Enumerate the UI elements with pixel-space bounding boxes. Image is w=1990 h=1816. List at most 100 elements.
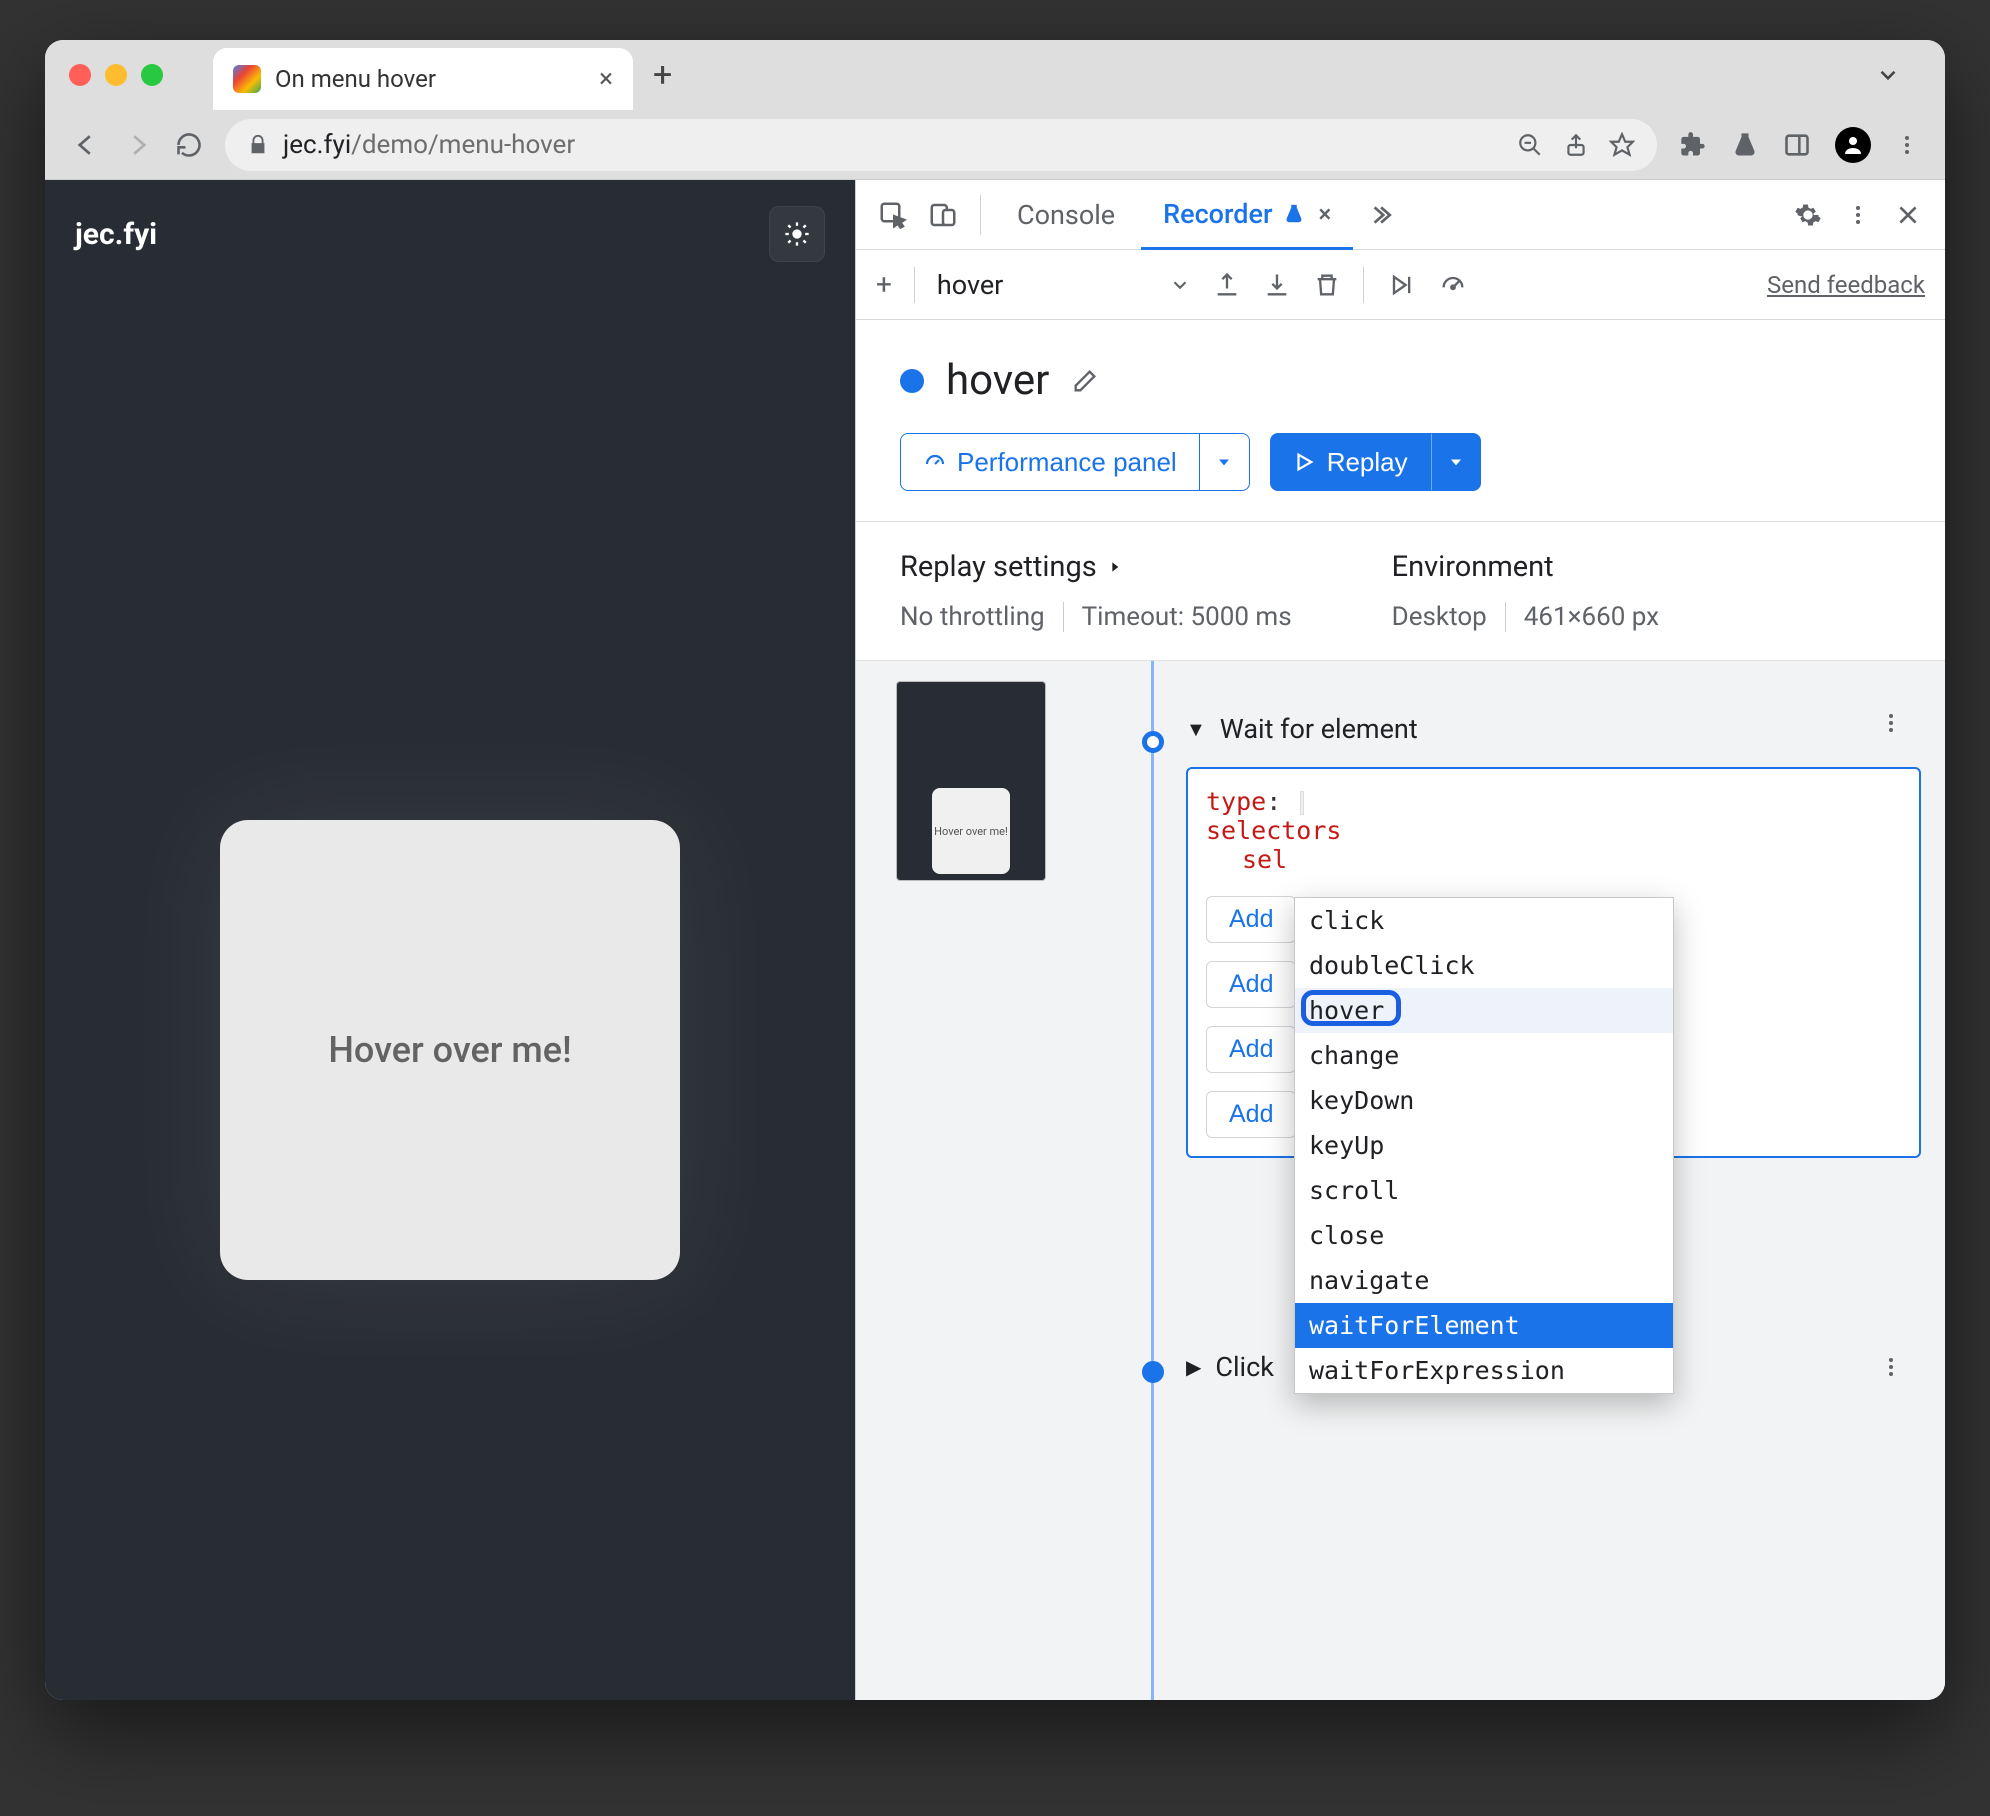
step-click-title: Click <box>1215 1351 1274 1383</box>
add-button[interactable]: Add <box>1206 1091 1296 1138</box>
replay-button-label: Replay <box>1327 447 1408 478</box>
import-icon[interactable] <box>1263 271 1291 299</box>
reload-button[interactable] <box>175 131 203 159</box>
disclosure-triangle-icon[interactable]: ▶ <box>1186 1355 1201 1379</box>
zoom-window[interactable] <box>141 64 163 86</box>
hover-card[interactable]: Hover over me! <box>220 820 680 1280</box>
type-autocomplete: click doubleClick hover change keyDown k… <box>1294 897 1674 1394</box>
close-panel-icon[interactable]: × <box>1319 200 1332 228</box>
web-page: jec.fyi Hover over me! <box>45 180 855 1700</box>
step-node[interactable] <box>1142 731 1164 753</box>
edit-title-icon[interactable] <box>1071 367 1099 395</box>
timeline: Hover over me! ▼ Wait for element t <box>856 661 1945 1700</box>
minimize-window[interactable] <box>105 64 127 86</box>
send-feedback-link[interactable]: Send feedback <box>1767 271 1925 299</box>
thumb-text: Hover over me! <box>934 825 1008 838</box>
performance-panel-dropdown[interactable] <box>1200 433 1250 491</box>
step-editor[interactable]: type: selectors sel Add Add Add Add clic… <box>1186 767 1921 1158</box>
recording-select-label: hover <box>937 269 1156 301</box>
step-menu-icon[interactable] <box>1861 711 1921 735</box>
bookmark-star-icon[interactable] <box>1609 132 1635 158</box>
tab-console-label: Console <box>1017 199 1115 231</box>
inspect-icon[interactable] <box>870 192 916 238</box>
recording-header: hover Performance panel <box>856 320 1945 522</box>
disclosure-triangle-icon[interactable]: ▼ <box>1186 717 1206 742</box>
delete-icon[interactable] <box>1313 271 1341 299</box>
url-text: jec.fyi/demo/menu-hover <box>283 130 575 160</box>
add-button[interactable]: Add <box>1206 961 1296 1008</box>
ac-option-waitforexpression[interactable]: waitForExpression <box>1295 1348 1673 1393</box>
close-tab-icon[interactable]: × <box>599 64 613 94</box>
forward-button[interactable] <box>123 130 153 160</box>
highlight-ring <box>1301 990 1401 1026</box>
environment-heading: Environment <box>1392 550 1659 584</box>
performance-panel-button[interactable]: Performance panel <box>900 433 1200 491</box>
add-button[interactable]: Add <box>1206 896 1296 943</box>
throttling-value: No throttling <box>900 602 1064 632</box>
settings-gear-icon[interactable] <box>1785 192 1831 238</box>
replay-settings-heading[interactable]: Replay settings <box>900 550 1292 584</box>
lock-icon <box>247 134 269 156</box>
flask-icon <box>1283 203 1305 225</box>
chevron-down-icon <box>1169 274 1191 296</box>
performance-panel-label: Performance panel <box>957 447 1177 478</box>
ac-option-doubleclick[interactable]: doubleClick <box>1295 943 1673 988</box>
add-button[interactable]: Add <box>1206 1026 1296 1073</box>
timeline-track <box>1151 661 1154 1700</box>
menu-kebab-icon[interactable] <box>1895 133 1919 157</box>
side-panel-icon[interactable] <box>1783 131 1811 159</box>
zoom-out-icon[interactable] <box>1517 132 1543 158</box>
ac-option-keyup[interactable]: keyUp <box>1295 1123 1673 1168</box>
step-node[interactable] <box>1142 1361 1164 1383</box>
new-recording-button[interactable]: + <box>876 268 892 301</box>
share-icon[interactable] <box>1563 132 1589 158</box>
replay-dropdown[interactable] <box>1431 433 1481 491</box>
tab-recorder[interactable]: Recorder × <box>1141 181 1353 250</box>
step-title-text: Wait for element <box>1220 713 1418 745</box>
tab-console[interactable]: Console <box>995 180 1137 249</box>
replay-button[interactable]: Replay <box>1270 433 1431 491</box>
devtools-menu-icon[interactable] <box>1835 192 1881 238</box>
slow-replay-icon[interactable] <box>1438 271 1468 299</box>
browser-tab[interactable]: On menu hover × <box>213 48 633 110</box>
step-title-row[interactable]: ▼ Wait for element <box>1186 701 1921 757</box>
device-mode-icon[interactable] <box>920 192 966 238</box>
ac-option-close[interactable]: close <box>1295 1213 1673 1258</box>
tab-overflow-icon[interactable] <box>1875 62 1901 88</box>
ac-option-waitforelement[interactable]: waitForElement <box>1295 1303 1673 1348</box>
extensions-icon[interactable] <box>1679 131 1707 159</box>
back-button[interactable] <box>71 130 101 160</box>
close-window[interactable] <box>69 64 91 86</box>
window-controls <box>69 64 163 86</box>
content-area: jec.fyi Hover over me! Con <box>45 180 1945 1700</box>
devtools-close-icon[interactable] <box>1885 192 1931 238</box>
labs-flask-icon[interactable] <box>1731 131 1759 159</box>
devtools-panel: Console Recorder × <box>855 180 1945 1700</box>
browser-window: On menu hover × + jec.fyi/demo/menu-hove… <box>45 40 1945 1700</box>
new-tab-button[interactable]: + <box>653 55 672 95</box>
profile-avatar[interactable] <box>1835 127 1871 163</box>
ac-option-scroll[interactable]: scroll <box>1295 1168 1673 1213</box>
ac-option-hover[interactable]: hover <box>1295 988 1673 1033</box>
step-wait-for-element: ▼ Wait for element type: selectors sel A… <box>1186 701 1921 1158</box>
address-bar[interactable]: jec.fyi/demo/menu-hover <box>225 119 1657 171</box>
env-viewport: 461×660 px <box>1524 602 1659 632</box>
url-path: /demo/menu-hover <box>351 130 575 160</box>
more-tabs-icon[interactable] <box>1357 192 1403 238</box>
export-icon[interactable] <box>1213 271 1241 299</box>
ac-option-click[interactable]: click <box>1295 898 1673 943</box>
tab-recorder-label: Recorder <box>1163 198 1272 230</box>
recording-select[interactable]: hover <box>937 269 1192 301</box>
ac-option-navigate[interactable]: navigate <box>1295 1258 1673 1303</box>
step-thumbnail[interactable]: Hover over me! <box>896 681 1046 881</box>
theme-toggle-button[interactable] <box>769 206 825 262</box>
recording-title: hover <box>946 356 1049 405</box>
ac-option-keydown[interactable]: keyDown <box>1295 1078 1673 1123</box>
timeout-value: Timeout: 5000 ms <box>1082 602 1292 632</box>
prop-selectors-key: selectors <box>1206 816 1341 845</box>
ac-option-change[interactable]: change <box>1295 1033 1673 1078</box>
hover-card-text: Hover over me! <box>328 1029 571 1071</box>
recording-status-icon <box>900 369 924 393</box>
step-over-icon[interactable] <box>1386 271 1416 299</box>
step-menu-icon[interactable] <box>1879 1355 1921 1379</box>
